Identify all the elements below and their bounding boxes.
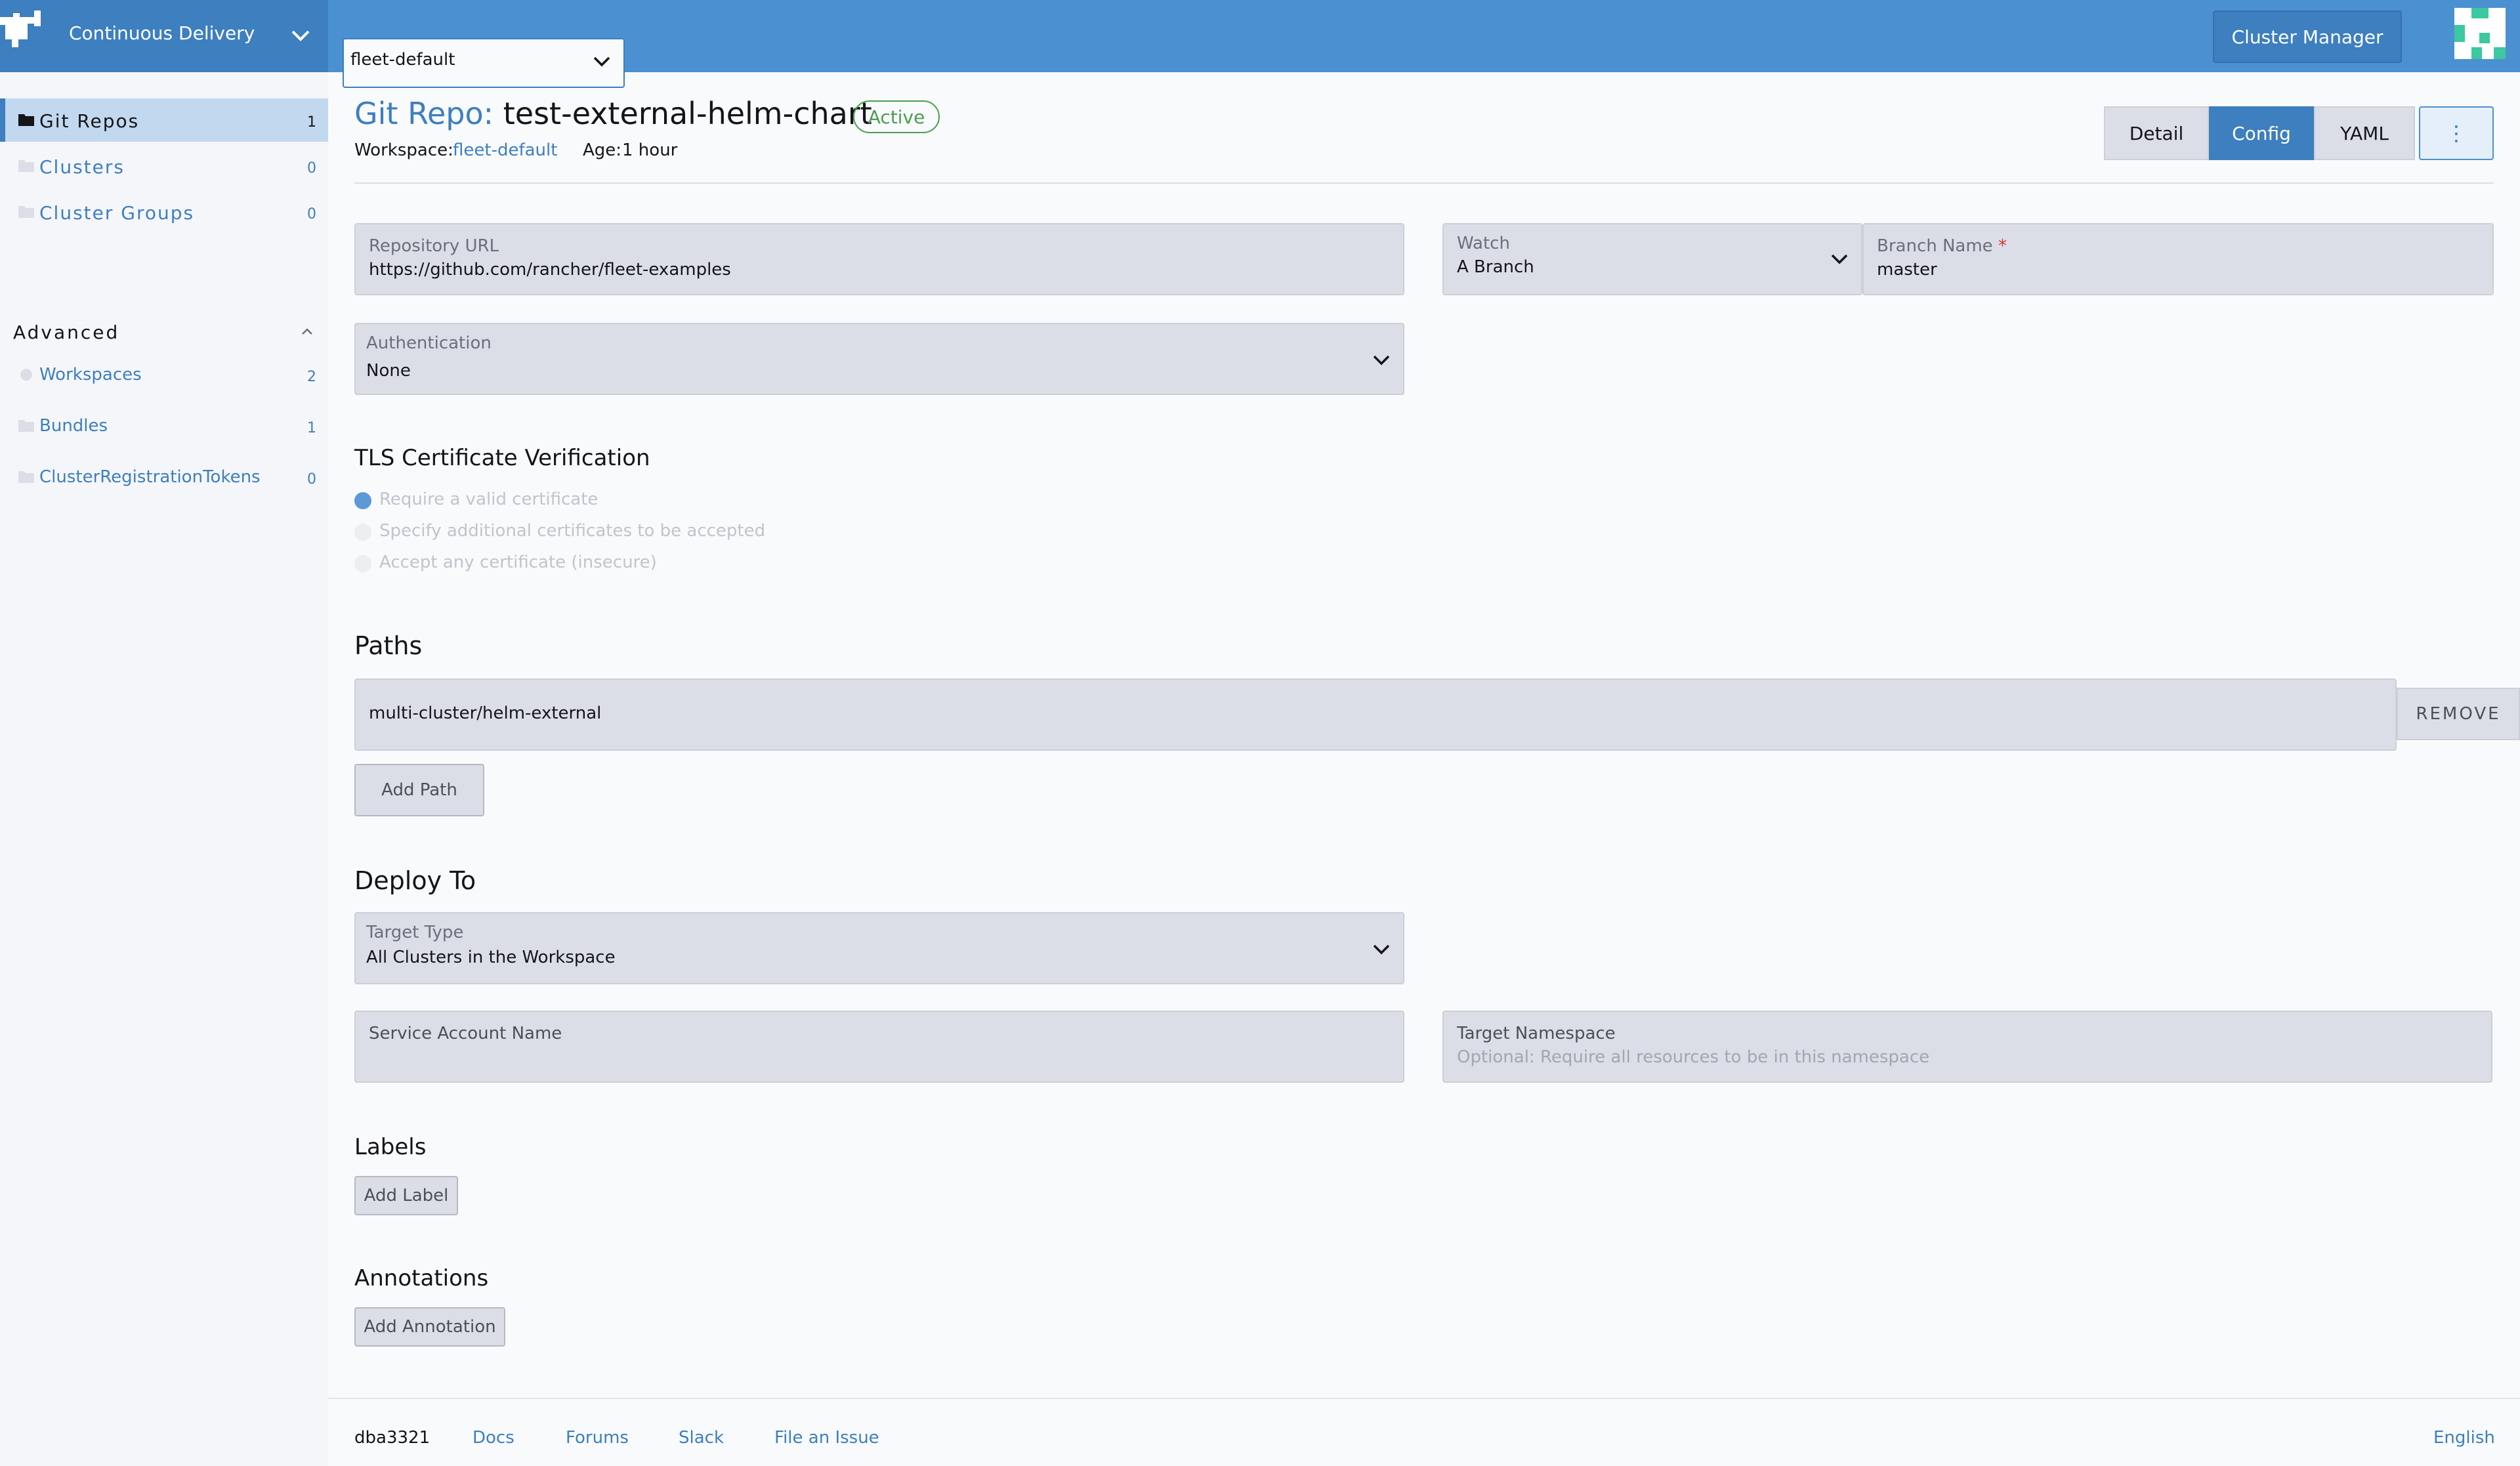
sidebar-item-count: 0 xyxy=(307,206,316,222)
field-value: None xyxy=(366,361,411,381)
tab-yaml[interactable]: YAML xyxy=(2314,106,2415,160)
sidebar-item-count: 1 xyxy=(307,420,316,436)
sidebar-item-cluster-groups[interactable]: Cluster Groups 0 xyxy=(0,190,328,234)
language-selector[interactable]: English xyxy=(2433,1428,2495,1448)
authentication-select[interactable]: Authentication None xyxy=(354,323,1404,395)
sidebar-item-bundles[interactable]: Bundles 1 xyxy=(0,404,328,448)
chevron-up-icon[interactable] xyxy=(301,327,314,336)
chevron-down-icon xyxy=(1831,254,1848,264)
radio-label: Require a valid certificate xyxy=(379,490,598,509)
radio-checked-icon xyxy=(354,492,371,509)
sidebar-item-count: 1 xyxy=(307,114,316,131)
field-value: master xyxy=(1877,260,1937,280)
page-title: Git Repo: test-external-helm-chart xyxy=(354,96,872,131)
footer-link-forums[interactable]: Forums xyxy=(566,1428,629,1448)
field-label: Target Type xyxy=(366,923,464,942)
chevron-down-icon xyxy=(593,56,610,67)
field-label: Service Account Name xyxy=(369,1024,562,1043)
tab-config[interactable]: Config xyxy=(2209,106,2314,160)
sidebar-item-git-repos[interactable]: Git Repos 1 xyxy=(0,98,328,142)
sidebar-item-label: Git Repos xyxy=(39,110,140,132)
workspace-meta-label: Workspace: xyxy=(354,140,453,160)
footer-link-docs[interactable]: Docs xyxy=(472,1428,514,1448)
chevron-down-icon xyxy=(1373,355,1390,366)
radio-unchecked-icon xyxy=(354,555,371,572)
workspace-select[interactable]: fleet-default xyxy=(343,38,625,88)
top-header: Continuous Delivery fleet-default Cluste… xyxy=(0,0,2520,88)
field-value: A Branch xyxy=(1457,257,1534,277)
annotations-section-title: Annotations xyxy=(354,1265,489,1291)
footer-link-file-issue[interactable]: File an Issue xyxy=(774,1428,879,1448)
field-label: Target Namespace xyxy=(1457,1024,1616,1043)
field-value: https://github.com/rancher/fleet-example… xyxy=(369,260,731,280)
footer: dba3321 Docs Forums Slack File an Issue … xyxy=(328,1398,2520,1466)
footer-link-slack[interactable]: Slack xyxy=(679,1428,724,1448)
folder-icon xyxy=(18,160,34,172)
workspace-select-value: fleet-default xyxy=(350,50,455,70)
field-label: Watch xyxy=(1457,234,1510,253)
sidebar-item-count: 2 xyxy=(307,369,316,385)
field-value: multi-cluster/helm-external xyxy=(369,703,602,723)
sidebar: Git Repos 1 Clusters 0 Cluster Groups 0 … xyxy=(0,72,328,1466)
branch-name-input[interactable]: Branch Name * master xyxy=(1862,223,2494,295)
folder-icon xyxy=(18,420,34,432)
resource-kind[interactable]: Git Repo: xyxy=(354,96,494,131)
service-account-input[interactable]: Service Account Name xyxy=(354,1011,1404,1083)
add-path-button[interactable]: Add Path xyxy=(354,764,484,816)
sidebar-item-clusters[interactable]: Clusters 0 xyxy=(0,144,328,188)
sidebar-item-cluster-registration-tokens[interactable]: ClusterRegistrationTokens 0 xyxy=(0,455,328,499)
folder-icon xyxy=(18,114,34,126)
chevron-down-icon xyxy=(1373,944,1390,955)
sidebar-item-count: 0 xyxy=(307,160,316,177)
product-title: Continuous Delivery xyxy=(69,22,255,44)
folder-icon xyxy=(18,206,34,218)
labels-section-title: Labels xyxy=(354,1134,427,1160)
header-divider xyxy=(354,182,2494,184)
view-mode-tabs: Detail Config YAML xyxy=(2104,106,2415,160)
radio-unchecked-icon xyxy=(354,524,371,541)
sidebar-item-label: ClusterRegistrationTokens xyxy=(39,467,261,487)
rancher-logo-icon xyxy=(0,10,41,47)
add-annotation-button[interactable]: Add Annotation xyxy=(354,1307,505,1347)
sidebar-item-label: Bundles xyxy=(39,416,108,436)
sidebar-item-label: Workspaces xyxy=(39,365,142,385)
sidebar-item-workspaces[interactable]: Workspaces 2 xyxy=(0,353,328,396)
sidebar-item-label: Clusters xyxy=(39,156,125,178)
resource-name: test-external-helm-chart xyxy=(503,96,872,131)
field-label: Branch Name * xyxy=(1877,236,2007,256)
circle-icon xyxy=(20,369,32,381)
folder-icon xyxy=(18,471,34,483)
field-value: All Clusters in the Workspace xyxy=(366,948,616,967)
deploy-section-title: Deploy To xyxy=(354,866,476,895)
add-label-button[interactable]: Add Label xyxy=(354,1176,458,1215)
field-label: Repository URL xyxy=(369,236,499,256)
paths-section-title: Paths xyxy=(354,631,423,660)
watch-select[interactable]: Watch A Branch xyxy=(1442,223,1862,295)
workspace-meta-link[interactable]: fleet-default xyxy=(453,140,557,160)
field-label: Authentication xyxy=(366,333,492,353)
sidebar-item-count: 0 xyxy=(307,471,316,488)
more-actions-button[interactable]: ⋮ xyxy=(2419,106,2494,160)
radio-label: Accept any certificate (insecure) xyxy=(379,553,657,572)
version-label: dba3321 xyxy=(354,1428,430,1448)
cluster-manager-button[interactable]: Cluster Manager xyxy=(2213,10,2402,63)
chevron-down-icon[interactable] xyxy=(289,26,312,45)
tls-section-title: TLS Certificate Verification xyxy=(354,445,650,471)
path-input[interactable]: multi-cluster/helm-external xyxy=(354,679,2397,751)
age-meta-label: Age: xyxy=(583,140,622,160)
sidebar-item-label: Cluster Groups xyxy=(39,202,195,224)
target-namespace-input[interactable]: Target Namespace Optional: Require all r… xyxy=(1442,1011,2492,1083)
target-type-select[interactable]: Target Type All Clusters in the Workspac… xyxy=(354,912,1404,984)
status-badge: Active xyxy=(853,100,940,133)
remove-path-button[interactable]: REMOVE xyxy=(2397,688,2520,740)
field-placeholder: Optional: Require all resources to be in… xyxy=(1457,1047,1930,1067)
age-meta-value: 1 hour xyxy=(622,140,678,160)
sidebar-group-advanced[interactable]: Advanced xyxy=(13,322,119,343)
radio-label: Specify additional certificates to be ac… xyxy=(379,521,766,541)
product-switcher[interactable]: Continuous Delivery xyxy=(0,0,328,72)
tab-detail[interactable]: Detail xyxy=(2104,106,2209,160)
user-avatar[interactable] xyxy=(2454,8,2506,59)
repository-url-input[interactable]: Repository URL https://github.com/ranche… xyxy=(354,223,1404,295)
